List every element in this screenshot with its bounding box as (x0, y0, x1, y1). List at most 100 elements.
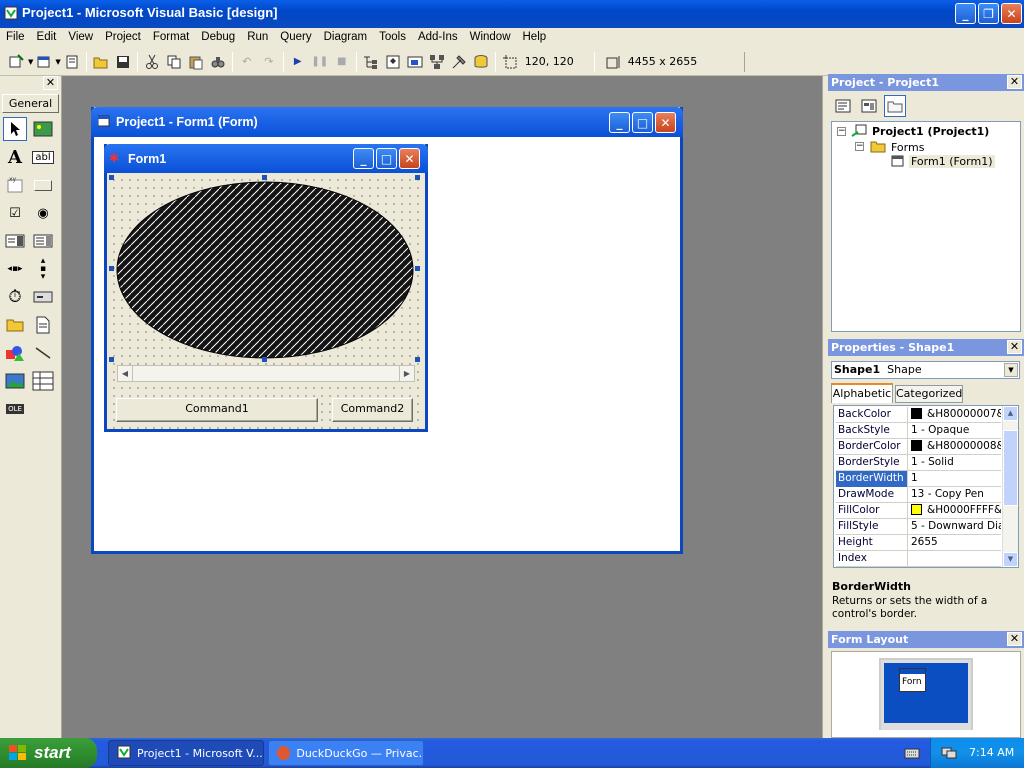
property-value[interactable] (909, 551, 1001, 567)
dirlistbox-icon[interactable] (3, 313, 27, 337)
tree-folder-label[interactable]: Forms (891, 141, 924, 154)
property-name[interactable]: BackColor (836, 407, 908, 423)
ole-icon[interactable]: OLE (3, 397, 27, 421)
form1-window[interactable]: ✱ Form1 _ □ ✕ ◀ ▶ Command1 Command2 (104, 144, 428, 432)
listbox-icon[interactable] (31, 229, 55, 253)
property-value[interactable]: &H80000007& (909, 407, 1001, 423)
label-icon[interactable]: A (3, 145, 27, 169)
toolbox-close-button[interactable]: ✕ (43, 76, 58, 90)
view-code-icon[interactable] (832, 95, 854, 117)
selection-handle[interactable] (415, 357, 420, 362)
menu-diagram[interactable]: Diagram (318, 28, 373, 48)
property-row[interactable]: DrawMode 13 - Copy Pen (836, 487, 1001, 503)
tree-collapse-icon[interactable]: − (855, 142, 864, 151)
scroll-right-button[interactable]: ▶ (399, 366, 414, 381)
property-value[interactable]: 13 - Copy Pen (909, 487, 1001, 503)
toolbox-icon[interactable] (448, 51, 470, 73)
save-icon[interactable] (112, 51, 134, 73)
taskbar-item-vb[interactable]: Project1 - Microsoft V... (108, 740, 264, 766)
property-name[interactable]: Height (836, 535, 908, 551)
clock[interactable]: 7:14 AM (969, 746, 1014, 759)
network-icon[interactable] (941, 746, 957, 763)
hscrollbar-control[interactable]: ◀ ▶ (117, 365, 415, 382)
command1-button[interactable]: Command1 (116, 398, 318, 422)
scroll-up-button[interactable]: ▲ (1003, 406, 1018, 421)
property-value[interactable]: &H0000FFFF& (909, 503, 1001, 519)
command2-button[interactable]: Command2 (332, 398, 413, 422)
frame-icon[interactable]: xy (3, 173, 27, 197)
menu-edit[interactable]: Edit (31, 28, 63, 48)
property-name[interactable]: BorderColor (836, 439, 908, 455)
filelistbox-icon[interactable] (31, 313, 55, 337)
property-value[interactable]: 1 - Solid (909, 455, 1001, 471)
textbox-icon[interactable]: abl (31, 145, 55, 169)
object-browser-icon[interactable] (426, 51, 448, 73)
property-row[interactable]: BorderWidth 1 (836, 471, 1001, 487)
property-value[interactable]: 1 (909, 471, 1001, 487)
menu-run[interactable]: Run (241, 28, 274, 48)
break-icon[interactable]: ❚❚ (309, 51, 331, 73)
timer-icon[interactable]: ⏱ (3, 285, 27, 309)
form1-minimize-button[interactable]: _ (353, 148, 374, 169)
form1-maximize-button[interactable]: □ (376, 148, 397, 169)
form1-client-area[interactable]: ◀ ▶ Command1 Command2 (107, 173, 425, 429)
view-object-icon[interactable] (858, 95, 880, 117)
selection-handle[interactable] (415, 266, 420, 271)
menu-view[interactable]: View (62, 28, 99, 48)
selection-handle[interactable] (109, 357, 114, 362)
undo-icon[interactable]: ↶ (236, 51, 258, 73)
picturebox-icon[interactable] (31, 117, 55, 141)
tree-collapse-icon[interactable]: − (837, 127, 846, 136)
project-explorer-icon[interactable] (360, 51, 382, 73)
menu-query[interactable]: Query (274, 28, 317, 48)
add-project-icon[interactable] (6, 51, 28, 73)
property-name[interactable]: BorderWidth (836, 471, 908, 487)
property-name[interactable]: DrawMode (836, 487, 908, 503)
scroll-left-button[interactable]: ◀ (118, 366, 133, 381)
restore-button[interactable]: ❐ (978, 3, 999, 24)
property-row[interactable]: Index (836, 551, 1001, 567)
taskbar-item-browser[interactable]: DuckDuckGo — Privac... (268, 740, 424, 766)
property-row[interactable]: BackColor &H80000007& (836, 407, 1001, 423)
properties-close-button[interactable]: ✕ (1007, 340, 1022, 354)
drivelistbox-icon[interactable] (31, 285, 55, 309)
menu-debug[interactable]: Debug (195, 28, 241, 48)
tree-form-label[interactable]: Form1 (Form1) (909, 155, 995, 168)
end-icon[interactable]: ■ (331, 51, 353, 73)
shape-icon[interactable] (3, 341, 27, 365)
menu-editor-icon[interactable] (61, 51, 83, 73)
minimize-button[interactable]: _ (955, 3, 976, 24)
commandbutton-icon[interactable] (31, 173, 55, 197)
start-button[interactable]: start (0, 738, 97, 768)
form-layout-close-button[interactable]: ✕ (1007, 632, 1022, 646)
close-button[interactable]: ✕ (1001, 3, 1022, 24)
open-folder-icon[interactable] (90, 51, 112, 73)
property-value[interactable]: 5 - Downward Diag (909, 519, 1001, 535)
property-value[interactable]: 2655 (909, 535, 1001, 551)
property-row[interactable]: BorderColor &H80000008& (836, 439, 1001, 455)
selection-handle[interactable] (109, 175, 114, 180)
combobox-icon[interactable] (3, 229, 27, 253)
property-name[interactable]: BackStyle (836, 423, 908, 439)
data-view-icon[interactable] (470, 51, 492, 73)
checkbox-icon[interactable]: ☑ (3, 201, 27, 225)
menu-project[interactable]: Project (99, 28, 147, 48)
add-form-icon[interactable] (33, 51, 55, 73)
cut-icon[interactable] (141, 51, 163, 73)
property-row[interactable]: BackStyle 1 - Opaque (836, 423, 1001, 439)
redo-icon[interactable]: ↷ (258, 51, 280, 73)
toolbox-tab-general[interactable]: General (2, 94, 59, 113)
form1-close-button[interactable]: ✕ (399, 148, 420, 169)
properties-window-icon[interactable] (382, 51, 404, 73)
project-explorer-close-button[interactable]: ✕ (1007, 75, 1022, 89)
selection-handle[interactable] (415, 175, 420, 180)
menu-window[interactable]: Window (464, 28, 517, 48)
designer-minimize-button[interactable]: _ (609, 112, 630, 133)
form-layout-preview[interactable]: Forn (899, 668, 926, 692)
menu-addins[interactable]: Add-Ins (412, 28, 464, 48)
tab-categorized[interactable]: Categorized (895, 385, 963, 403)
toggle-folders-icon[interactable] (884, 95, 906, 117)
property-name[interactable]: BorderStyle (836, 455, 908, 471)
line-icon[interactable] (31, 341, 55, 365)
copy-icon[interactable] (163, 51, 185, 73)
